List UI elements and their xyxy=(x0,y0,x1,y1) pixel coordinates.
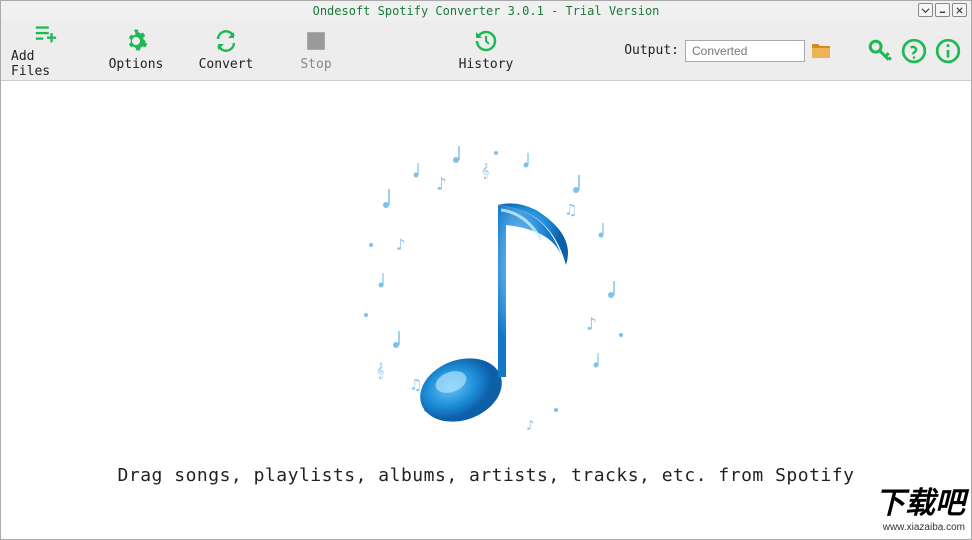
help-icon xyxy=(901,38,927,64)
folder-icon xyxy=(811,43,831,59)
svg-text:♫: ♫ xyxy=(566,200,576,219)
svg-text:𝄞: 𝄞 xyxy=(376,363,384,379)
drop-area[interactable]: ♪ ♫ ♪ ♪ ♫ ♪ 𝄞 𝄞 Drag songs, playlists, album… xyxy=(1,81,971,539)
svg-text:♪: ♪ xyxy=(526,418,534,434)
add-files-icon xyxy=(34,23,58,45)
output-path-input[interactable] xyxy=(685,40,805,62)
options-label: Options xyxy=(109,57,164,72)
convert-button[interactable]: Convert xyxy=(191,23,261,78)
info-button[interactable] xyxy=(935,38,961,64)
history-button[interactable]: History xyxy=(451,23,521,78)
key-icon xyxy=(867,38,893,64)
options-button[interactable]: Options xyxy=(101,23,171,78)
window-title: Ondesoft Spotify Converter 3.0.1 - Trial… xyxy=(313,4,660,18)
history-label: History xyxy=(459,57,514,72)
output-label: Output: xyxy=(624,43,679,58)
dropdown-button[interactable] xyxy=(918,3,933,17)
watermark: 下载吧 www.xiazaiba.com xyxy=(875,478,965,533)
svg-text:♪: ♪ xyxy=(396,235,406,254)
info-icon xyxy=(935,38,961,64)
gear-icon xyxy=(124,29,148,53)
output-section: Output: xyxy=(624,40,831,62)
help-button[interactable] xyxy=(901,38,927,64)
convert-label: Convert xyxy=(199,57,254,72)
music-note-graphic: ♪ ♫ ♪ ♪ ♫ ♪ 𝄞 𝄞 xyxy=(326,135,646,455)
register-button[interactable] xyxy=(867,38,893,64)
watermark-text: 下载吧 xyxy=(875,478,965,522)
drop-hint-text: Drag songs, playlists, albums, artists, … xyxy=(118,465,855,486)
watermark-url: www.xiazaiba.com xyxy=(875,522,965,533)
titlebar: Ondesoft Spotify Converter 3.0.1 - Trial… xyxy=(1,1,971,21)
close-button[interactable] xyxy=(952,3,967,17)
add-files-label: Add Files xyxy=(11,49,81,79)
window-controls xyxy=(918,3,967,17)
svg-text:♪: ♪ xyxy=(586,314,597,335)
svg-text:♪: ♪ xyxy=(436,174,447,195)
toolbar: Add Files Options Convert Stop His xyxy=(1,21,971,81)
minimize-button[interactable] xyxy=(935,3,950,17)
add-files-button[interactable]: Add Files xyxy=(11,23,81,78)
history-icon xyxy=(474,29,498,53)
svg-text:𝄞: 𝄞 xyxy=(481,163,489,179)
convert-icon xyxy=(214,29,238,53)
browse-folder-button[interactable] xyxy=(811,42,831,60)
right-icons xyxy=(867,38,961,64)
svg-text:♫: ♫ xyxy=(411,375,421,394)
stop-label: Stop xyxy=(300,57,331,72)
stop-icon xyxy=(304,29,328,53)
stop-button: Stop xyxy=(281,23,351,78)
